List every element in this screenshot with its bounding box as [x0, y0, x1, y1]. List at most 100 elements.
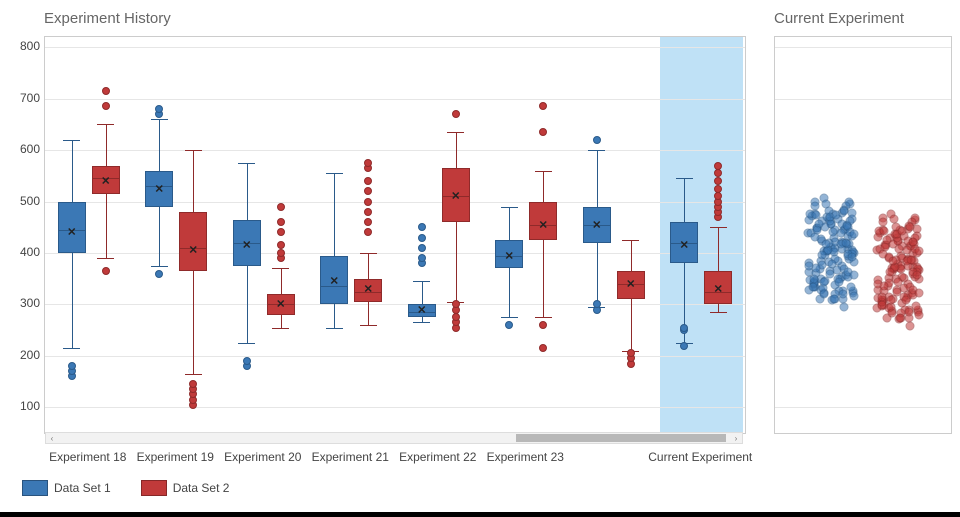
scatter-point[interactable]: [840, 207, 849, 216]
outlier-point[interactable]: [243, 357, 251, 365]
outlier-point[interactable]: [102, 102, 110, 110]
outlier-point[interactable]: [593, 300, 601, 308]
outlier-point[interactable]: [418, 254, 426, 262]
boxplot-box[interactable]: [442, 168, 470, 222]
boxplot-box[interactable]: [145, 171, 173, 207]
scatter-point[interactable]: [908, 238, 917, 247]
scatter-point[interactable]: [901, 295, 910, 304]
outlier-point[interactable]: [155, 105, 163, 113]
outlier-point[interactable]: [539, 321, 547, 329]
scatter-point[interactable]: [820, 290, 829, 299]
scatter-point[interactable]: [850, 230, 859, 239]
boxplot-box[interactable]: [320, 256, 348, 305]
boxplot-box[interactable]: [179, 212, 207, 271]
outlier-point[interactable]: [539, 102, 547, 110]
boxplot-box[interactable]: [495, 240, 523, 268]
outlier-point[interactable]: [714, 185, 722, 193]
scatter-point[interactable]: [896, 313, 905, 322]
scatter-point[interactable]: [829, 294, 838, 303]
outlier-point[interactable]: [539, 128, 547, 136]
history-scrollbar[interactable]: ‹ ›: [45, 432, 743, 444]
scatter-point[interactable]: [914, 310, 923, 319]
scatter-point[interactable]: [835, 277, 844, 286]
outlier-point[interactable]: [189, 380, 197, 388]
outlier-point[interactable]: [277, 249, 285, 257]
scroll-right-button[interactable]: ›: [730, 433, 742, 443]
outlier-point[interactable]: [593, 136, 601, 144]
outlier-point[interactable]: [452, 313, 460, 321]
outlier-point[interactable]: [277, 203, 285, 211]
scatter-point[interactable]: [904, 308, 913, 317]
outlier-point[interactable]: [452, 300, 460, 308]
outlier-point[interactable]: [364, 198, 372, 206]
scatter-point[interactable]: [831, 210, 840, 219]
boxplot-box[interactable]: [408, 304, 436, 317]
scatter-point[interactable]: [895, 244, 904, 253]
legend-item-set1[interactable]: Data Set 1: [22, 480, 111, 496]
scatter-point[interactable]: [819, 278, 828, 287]
outlier-point[interactable]: [364, 228, 372, 236]
scatter-point[interactable]: [843, 221, 852, 230]
scatter-point[interactable]: [848, 253, 857, 262]
outlier-point[interactable]: [364, 177, 372, 185]
boxplot-box[interactable]: [617, 271, 645, 299]
scatter-point[interactable]: [880, 281, 889, 290]
outlier-point[interactable]: [364, 208, 372, 216]
outlier-point[interactable]: [505, 321, 513, 329]
outlier-point[interactable]: [277, 241, 285, 249]
outlier-point[interactable]: [680, 342, 688, 350]
outlier-point[interactable]: [155, 270, 163, 278]
scatter-point[interactable]: [914, 289, 923, 298]
outlier-point[interactable]: [418, 234, 426, 242]
outlier-point[interactable]: [539, 344, 547, 352]
scatter-point[interactable]: [915, 247, 924, 256]
scatter-point[interactable]: [906, 223, 915, 232]
scatter-point[interactable]: [907, 255, 916, 264]
outlier-point[interactable]: [277, 218, 285, 226]
outlier-point[interactable]: [364, 159, 372, 167]
scatter-point[interactable]: [889, 256, 898, 265]
scatter-point[interactable]: [913, 270, 922, 279]
scatter-point[interactable]: [809, 275, 818, 284]
outlier-point[interactable]: [714, 162, 722, 170]
boxplot-box[interactable]: [58, 202, 86, 253]
scatter-point[interactable]: [911, 301, 920, 310]
scatter-point[interactable]: [810, 202, 819, 211]
scatter-point[interactable]: [879, 218, 888, 227]
scatter-point[interactable]: [839, 289, 848, 298]
scatter-point[interactable]: [811, 264, 820, 273]
scatter-point[interactable]: [822, 239, 831, 248]
outlier-point[interactable]: [68, 362, 76, 370]
outlier-point[interactable]: [627, 349, 635, 357]
outlier-point[interactable]: [277, 228, 285, 236]
scatter-point[interactable]: [849, 291, 858, 300]
outlier-point[interactable]: [714, 192, 722, 200]
outlier-point[interactable]: [102, 87, 110, 95]
scatter-point[interactable]: [887, 308, 896, 317]
outlier-point[interactable]: [418, 244, 426, 252]
boxplot-box[interactable]: [529, 202, 557, 241]
scatter-point[interactable]: [887, 296, 896, 305]
scatter-point[interactable]: [849, 271, 858, 280]
outlier-point[interactable]: [364, 218, 372, 226]
outlier-point[interactable]: [102, 267, 110, 275]
scatter-point[interactable]: [839, 303, 848, 312]
scatter-point[interactable]: [880, 227, 889, 236]
boxplot-box[interactable]: [704, 271, 732, 304]
scatter-point[interactable]: [880, 242, 889, 251]
scatter-point[interactable]: [877, 300, 886, 309]
scatter-point[interactable]: [827, 259, 836, 268]
outlier-point[interactable]: [452, 110, 460, 118]
scatter-point[interactable]: [846, 283, 855, 292]
scatter-point[interactable]: [894, 277, 903, 286]
scatter-point[interactable]: [878, 293, 887, 302]
scatter-point[interactable]: [905, 322, 914, 331]
outlier-point[interactable]: [714, 169, 722, 177]
scatter-point[interactable]: [812, 226, 821, 235]
boxplot-box[interactable]: [354, 279, 382, 302]
legend-item-set2[interactable]: Data Set 2: [141, 480, 230, 496]
scroll-thumb[interactable]: [516, 434, 726, 442]
boxplot-box[interactable]: [92, 166, 120, 194]
outlier-point[interactable]: [680, 324, 688, 332]
outlier-point[interactable]: [418, 223, 426, 231]
